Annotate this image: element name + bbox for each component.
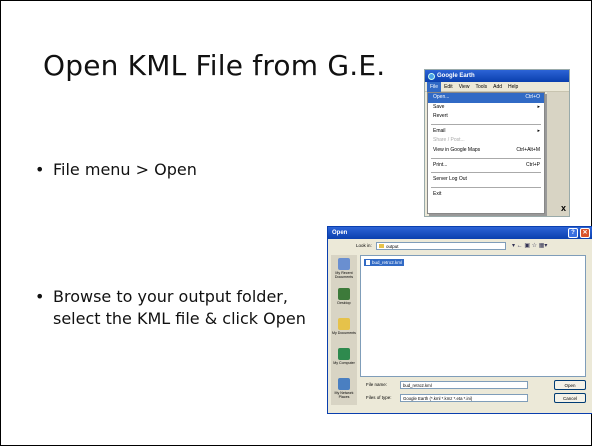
menu-item-email[interactable]: Email ▸ [428, 127, 544, 137]
folder-icon [379, 244, 384, 248]
file-dropdown: Open... Ctrl+O Save ▸ Revert Email ▸ Sha… [427, 92, 545, 214]
menu-item-label: Email [433, 127, 446, 134]
bullet-icon: • [35, 160, 45, 179]
place-recent-documents[interactable]: My Recent Documents [331, 255, 357, 285]
places-bar: My Recent Documents Desktop My Documents… [331, 255, 357, 405]
menu-item-label: Server Log Out [433, 176, 467, 183]
menu-add[interactable]: Add [490, 82, 505, 92]
help-icon[interactable]: ? [568, 228, 578, 238]
menu-item-server-log-out[interactable]: Server Log Out [428, 175, 544, 185]
file-list-item[interactable]: bud_retro2.kml [364, 259, 405, 266]
desktop-icon [338, 288, 350, 300]
menu-divider [431, 186, 541, 188]
file-item-label: bud_retro2.kml [372, 260, 403, 265]
menu-view[interactable]: View [456, 82, 473, 92]
menu-help[interactable]: Help [505, 82, 521, 92]
slide: Open KML File from G.E. • File menu > Op… [0, 0, 592, 446]
slide-title: Open KML File from G.E. [43, 49, 386, 82]
open-dialog-screenshot: Open ? ✕ Look in: output ▾ ← ▣ ☆ ▦▾ My R… [327, 226, 592, 414]
bullet-item: • Browse to your output folder, select t… [35, 286, 317, 330]
my-documents-icon [338, 318, 350, 330]
place-my-documents[interactable]: My Documents [331, 315, 357, 345]
look-in-select[interactable]: output [376, 242, 506, 250]
menu-divider [431, 157, 541, 159]
place-desktop[interactable]: Desktop [331, 285, 357, 315]
dialog-title-bar: Open ? ✕ [328, 227, 592, 239]
menu-item-shortcut: Ctrl+P [525, 161, 540, 168]
menu-item-label: View in Google Maps [433, 146, 481, 153]
place-label: My Recent Documents [334, 271, 354, 279]
menu-item-label: Exit [433, 190, 442, 197]
dialog-toolbar[interactable]: ▾ ← ▣ ☆ ▦▾ [512, 242, 547, 249]
menu-item-label: Open... [433, 94, 450, 100]
menu-divider [431, 123, 541, 125]
file-type-select[interactable]: Google Earth (*.kml *.kmz *.eta *.ini) [400, 394, 528, 402]
file-list[interactable]: bud_retro2.kml [360, 255, 586, 377]
ge-side-panel [547, 92, 569, 216]
menu-item-exit[interactable]: Exit [428, 190, 544, 200]
file-type-label: Files of type: [366, 395, 392, 400]
place-network-places[interactable]: My Network Places [331, 375, 357, 405]
menu-item-label: Save [433, 103, 445, 110]
network-places-icon [338, 378, 350, 390]
file-name-label: File name: [366, 382, 388, 387]
menu-item-label: Share / Post... [433, 137, 465, 144]
menu-item-save[interactable]: Save ▸ [428, 103, 544, 113]
file-name-input[interactable]: bud_retro2.kml [400, 381, 528, 389]
look-in-label: Look in: [356, 243, 372, 248]
menu-item-label: Revert [433, 113, 448, 120]
menu-item-shortcut: Ctrl+O [525, 94, 540, 100]
menu-file[interactable]: File [427, 81, 442, 92]
place-label: My Computer [333, 361, 355, 365]
menu-item-shortcut: Ctrl+Alt+M [516, 146, 540, 153]
place-my-computer[interactable]: My Computer [331, 345, 357, 375]
ge-menubar: File Edit View Tools Add Help [425, 81, 569, 92]
menu-item-open[interactable]: Open... Ctrl+O [428, 93, 544, 103]
my-computer-icon [338, 348, 350, 360]
bullet-icon: • [35, 287, 45, 306]
close-icon[interactable]: x [561, 203, 566, 213]
menu-item-revert[interactable]: Revert [428, 112, 544, 122]
google-earth-menu-screenshot: Google Earth File Edit View Tools Add He… [424, 69, 570, 217]
menu-item-label: Print... [433, 161, 448, 168]
submenu-arrow-icon: ▸ [537, 103, 540, 110]
look-in-value: output [386, 244, 399, 249]
place-label: Desktop [337, 301, 351, 305]
place-label: My Network Places [334, 391, 354, 399]
menu-tools[interactable]: Tools [472, 82, 490, 92]
ge-window-title: Google Earth [437, 73, 475, 79]
place-label: My Documents [332, 331, 356, 335]
menu-divider [431, 172, 541, 174]
bullet-text: Browse to your output folder, select the… [53, 287, 306, 328]
bullet-text: File menu > Open [53, 160, 197, 179]
recent-documents-icon [338, 258, 350, 270]
menu-item-view-in-google-maps[interactable]: View in Google Maps Ctrl+Alt+M [428, 146, 544, 156]
open-button[interactable]: Open [554, 380, 586, 390]
menu-item-share[interactable]: Share / Post... [428, 136, 544, 146]
submenu-arrow-icon: ▸ [537, 127, 540, 134]
menu-edit[interactable]: Edit [441, 82, 456, 92]
ge-title-bar: Google Earth [425, 70, 569, 82]
close-icon[interactable]: ✕ [580, 228, 590, 238]
globe-icon [428, 72, 435, 80]
kml-file-icon [366, 260, 370, 265]
cancel-button[interactable]: Cancel [554, 393, 586, 403]
dialog-title: Open [332, 230, 348, 236]
menu-item-print[interactable]: Print... Ctrl+P [428, 161, 544, 171]
bullet-item: • File menu > Open [35, 159, 275, 181]
